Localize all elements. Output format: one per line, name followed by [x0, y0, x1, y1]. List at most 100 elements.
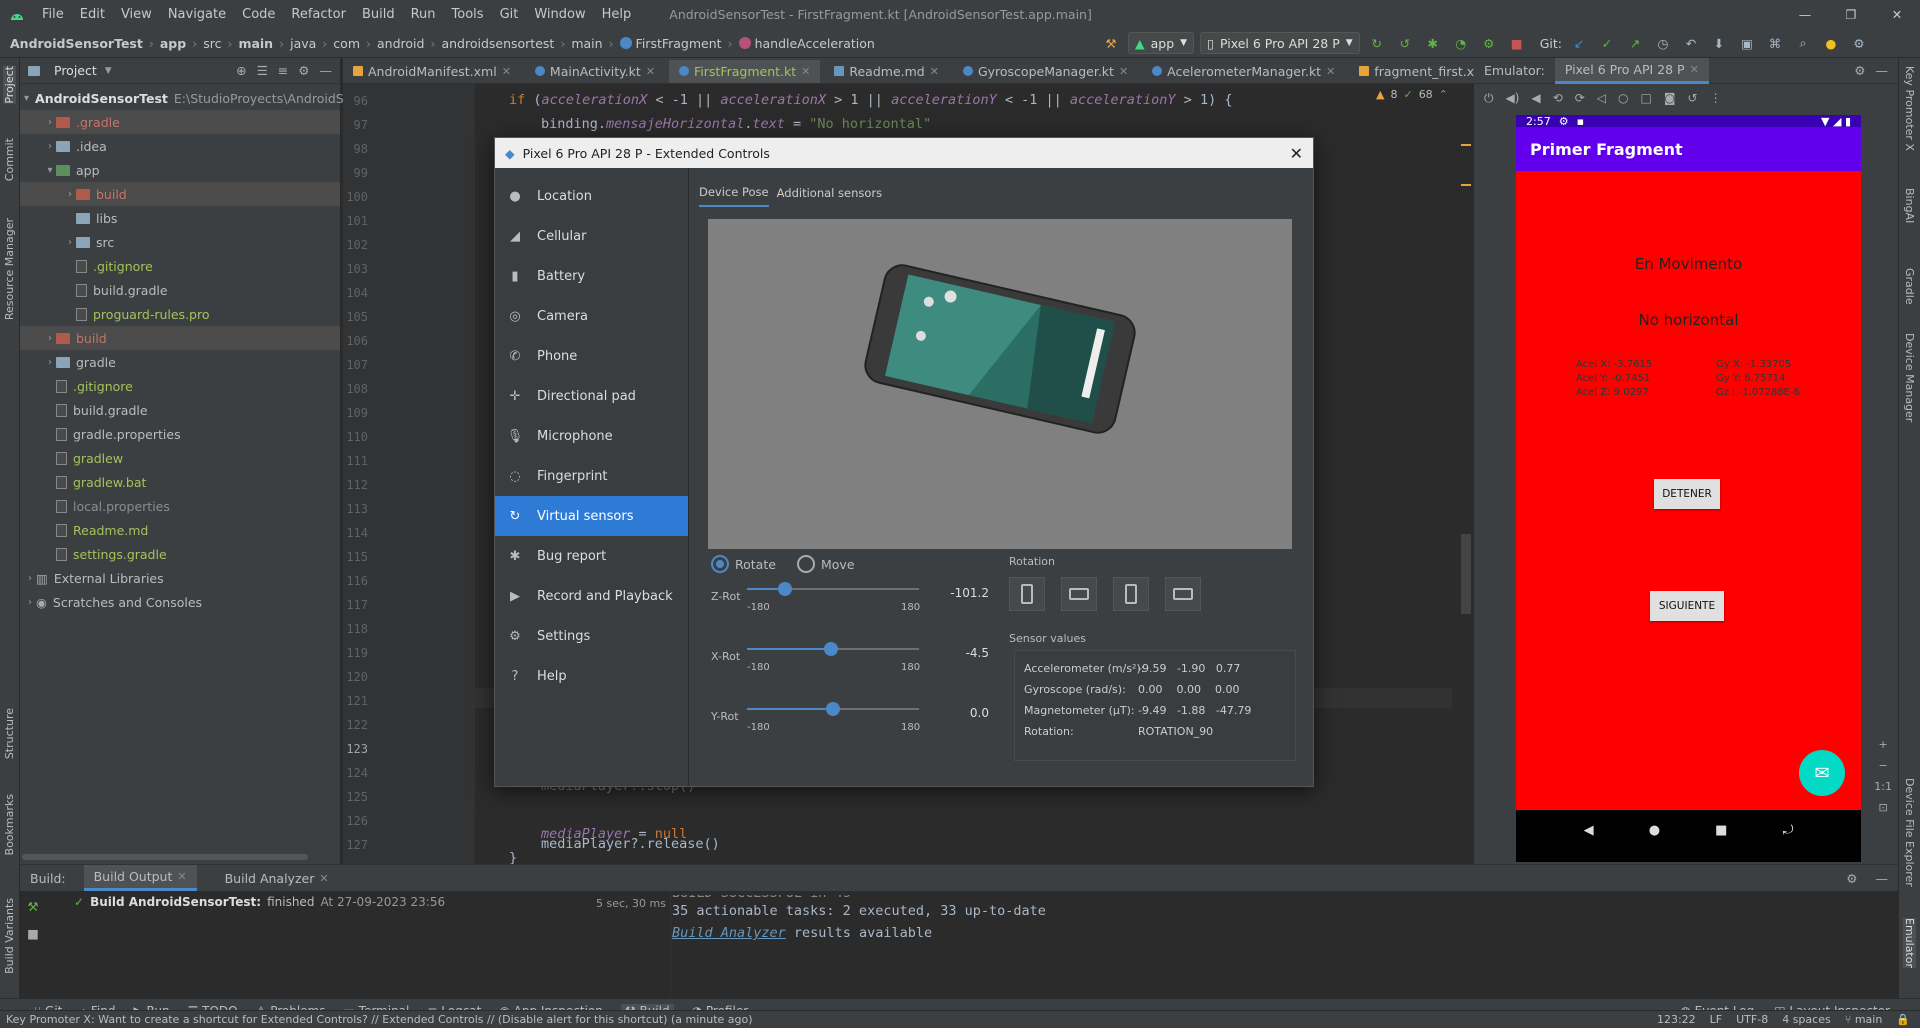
run-config-select[interactable]: ▲ app ▼: [1128, 32, 1195, 54]
tab-build-analyzer[interactable]: Build Analyzer ✕: [215, 865, 339, 891]
nav-battery[interactable]: ▮ Battery: [495, 256, 688, 296]
slider-value-z-rot[interactable]: -101.2: [929, 586, 989, 600]
emulator-device-tab[interactable]: Pixel 6 Pro API 28 P ✕: [1554, 57, 1709, 84]
build-variants-tool-tab[interactable]: Build Variants: [3, 898, 16, 974]
slider-x-rot[interactable]: [747, 642, 919, 656]
hide-panel-icon[interactable]: —: [1876, 871, 1889, 886]
status-message[interactable]: Key Promoter X: Want to create a shortcu…: [0, 1013, 753, 1026]
emulator-settings-icon[interactable]: ⚙: [1854, 63, 1865, 78]
git-branch[interactable]: ⑂ main: [1845, 1013, 1883, 1026]
tab-device-pose[interactable]: Device Pose: [699, 185, 769, 207]
caret-position[interactable]: 123:22: [1657, 1013, 1696, 1026]
slider-knob[interactable]: [824, 642, 839, 656]
nav-back-icon[interactable]: ◀: [1584, 823, 1594, 838]
indent-setting[interactable]: 4 spaces: [1782, 1013, 1831, 1026]
restore-icon[interactable]: ❐: [1828, 7, 1874, 22]
stop-icon[interactable]: ■: [1506, 32, 1528, 54]
menu-refactor[interactable]: Refactor: [283, 7, 354, 22]
build-tree-item[interactable]: ✓ Build AndroidSensorTest: finished At 2…: [74, 895, 445, 909]
device-select[interactable]: ▯ Pixel 6 Pro API 28 P ▼: [1200, 32, 1360, 54]
back-icon[interactable]: ◁: [1597, 91, 1606, 105]
breadcrumb-java[interactable]: java: [290, 36, 316, 51]
gear-icon[interactable]: ⚙: [298, 63, 309, 78]
rerun-icon[interactable]: ↻: [1366, 32, 1388, 54]
gear-icon[interactable]: ⚙: [1846, 871, 1857, 886]
tab-acelerometer-manager[interactable]: AcelerometerManager.kt ✕: [1142, 58, 1345, 83]
device-manager-icon[interactable]: ▣: [1736, 32, 1758, 54]
detener-button[interactable]: DETENER: [1654, 479, 1720, 509]
sdk-manager-icon[interactable]: ⬇: [1708, 32, 1730, 54]
nav-settings[interactable]: ⚙ Settings: [495, 616, 688, 656]
device-pose-view[interactable]: [708, 219, 1292, 549]
nav-record-playback[interactable]: ▶ Record and Playback: [495, 576, 688, 616]
email-fab-icon[interactable]: ✉: [1799, 750, 1845, 796]
breadcrumb-com[interactable]: com: [333, 36, 360, 51]
device-manager-tool-tab[interactable]: Device Manager: [1903, 333, 1916, 422]
screenshot-icon[interactable]: ◙: [1664, 91, 1676, 105]
emulator-tool-tab[interactable]: Emulator: [1903, 918, 1916, 968]
search-icon[interactable]: ⌕: [1792, 32, 1814, 54]
nav-home-icon[interactable]: ●: [1649, 823, 1660, 838]
radio-rotate[interactable]: Rotate: [711, 555, 776, 573]
collapse-all-icon[interactable]: ≡: [278, 63, 288, 78]
emulator-screen[interactable]: 2:57 ⚙ ▪ ▼ ◢ ▮ Primer Fragment En Moviment…: [1516, 115, 1861, 862]
breadcrumb-android[interactable]: android: [377, 36, 424, 51]
editor-scrollbar[interactable]: [1452, 84, 1474, 864]
tab-readme[interactable]: Readme.md ✕: [824, 58, 949, 83]
slider-knob[interactable]: [777, 582, 792, 596]
tab-first-fragment[interactable]: FirstFragment.kt ✕: [669, 59, 821, 83]
device-file-explorer-tool-tab[interactable]: Device File Explorer: [1903, 778, 1916, 887]
git-history-icon[interactable]: ◷: [1652, 32, 1674, 54]
zoom-in-icon[interactable]: +: [1879, 738, 1888, 751]
nav-help[interactable]: ? Help: [495, 656, 688, 696]
project-view-select[interactable]: Project: [54, 63, 97, 78]
breadcrumb-package[interactable]: androidsensortest: [441, 36, 554, 51]
minimize-icon[interactable]: —: [1782, 7, 1828, 22]
locate-icon[interactable]: ⊕: [236, 63, 246, 78]
reverse-landscape-rotation-button[interactable]: [1165, 577, 1201, 611]
menu-help[interactable]: Help: [594, 7, 640, 22]
snapshot-icon[interactable]: ↺: [1688, 91, 1698, 105]
breadcrumb-src[interactable]: src: [203, 36, 221, 51]
git-rollback-icon[interactable]: ↶: [1680, 32, 1702, 54]
profile-icon[interactable]: ◔: [1450, 32, 1472, 54]
hammer-icon[interactable]: ⚒: [1100, 32, 1122, 54]
chevron-down-icon[interactable]: ▼: [105, 66, 112, 76]
tab-additional-sensors[interactable]: Additional sensors: [777, 186, 883, 206]
breadcrumb-class[interactable]: FirstFragment: [636, 36, 722, 51]
build-analyzer-link[interactable]: Build Analyzer: [672, 925, 786, 941]
hide-panel-icon[interactable]: —: [320, 63, 333, 78]
menu-code[interactable]: Code: [234, 7, 283, 22]
line-separator[interactable]: LF: [1710, 1013, 1722, 1026]
attach-debugger-icon[interactable]: ⚙: [1478, 32, 1500, 54]
rotate-right-icon[interactable]: ⟳: [1575, 91, 1585, 105]
menu-build[interactable]: Build: [354, 7, 403, 22]
menu-edit[interactable]: Edit: [72, 7, 113, 22]
breadcrumb-main-file[interactable]: main: [571, 36, 602, 51]
dialog-close-icon[interactable]: ✕: [1290, 144, 1303, 163]
breadcrumb-method[interactable]: handleAcceleration: [755, 36, 875, 51]
tab-gyroscope-manager[interactable]: GyroscopeManager.kt ✕: [953, 58, 1138, 83]
breadcrumb-app[interactable]: app: [160, 36, 186, 51]
menu-file[interactable]: File: [34, 7, 72, 22]
slider-knob[interactable]: [826, 702, 840, 716]
bingai-tool-tab[interactable]: BingAI: [1903, 188, 1916, 223]
breadcrumb-main[interactable]: main: [238, 36, 273, 51]
volume-down-icon[interactable]: ◀: [1531, 91, 1540, 105]
git-update-icon[interactable]: ↙: [1568, 32, 1590, 54]
expand-all-icon[interactable]: ☰: [257, 63, 268, 78]
settings-gear-icon[interactable]: ⚙: [1848, 32, 1870, 54]
nav-fingerprint[interactable]: ◌ Fingerprint: [495, 456, 688, 496]
more-icon[interactable]: ⋮: [1710, 91, 1722, 105]
radio-move[interactable]: Move: [797, 555, 855, 573]
nav-virtual-sensors[interactable]: ↻ Virtual sensors: [495, 496, 688, 536]
reverse-portrait-rotation-button[interactable]: [1113, 577, 1149, 611]
menu-git[interactable]: Git: [492, 7, 527, 22]
portrait-rotation-button[interactable]: [1009, 577, 1045, 611]
file-encoding[interactable]: UTF-8: [1736, 1013, 1768, 1026]
slider-y-rot[interactable]: [747, 702, 919, 716]
debug-icon[interactable]: ✱: [1422, 32, 1444, 54]
zoom-actual-label[interactable]: 1:1: [1874, 780, 1892, 793]
menu-navigate[interactable]: Navigate: [160, 7, 234, 22]
zoom-fit-icon[interactable]: ⊡: [1879, 801, 1888, 814]
